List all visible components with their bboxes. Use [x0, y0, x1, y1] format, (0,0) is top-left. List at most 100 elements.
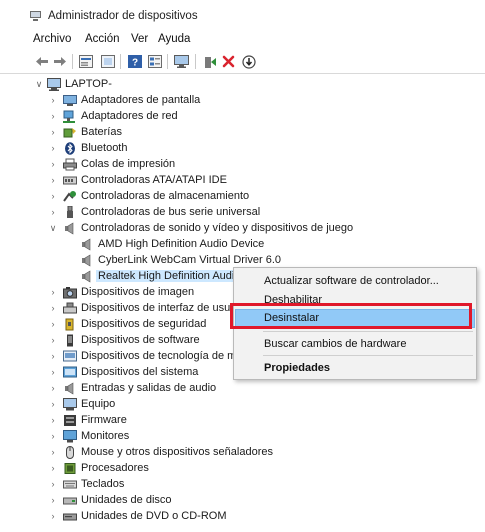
- context-menu-scan-hardware[interactable]: Buscar cambios de hardware: [235, 335, 475, 353]
- tree-item-label: Adaptadores de red: [81, 110, 178, 122]
- tree-item-adaptadores-red[interactable]: › Adaptadores de red: [0, 109, 300, 125]
- device-manager-icon: [30, 11, 41, 21]
- back-arrow-icon[interactable]: [33, 53, 50, 70]
- chevron-right-icon[interactable]: ›: [49, 464, 57, 473]
- tree-item-label: Colas de impresión: [81, 158, 176, 170]
- computer-icon: [63, 398, 77, 411]
- tree-item-label: AMD High Definition Audio Device: [98, 238, 265, 250]
- chevron-right-icon[interactable]: ›: [49, 480, 57, 489]
- speaker-icon: [82, 254, 91, 267]
- speaker-icon: [82, 238, 91, 251]
- chevron-right-icon[interactable]: ›: [49, 512, 57, 521]
- chevron-right-icon[interactable]: ›: [49, 384, 57, 393]
- tree-item-label: Adaptadores de pantalla: [81, 94, 201, 106]
- update-driver-icon[interactable]: [201, 53, 218, 70]
- chevron-down-icon[interactable]: ∨: [49, 224, 57, 233]
- tree-item-amd-audio[interactable]: AMD High Definition Audio Device: [0, 237, 300, 253]
- ide-controller-icon: [63, 176, 77, 185]
- tree-item-equipo[interactable]: › Equipo: [0, 397, 300, 413]
- tree-item-label: Unidades de disco: [81, 494, 172, 506]
- audio-io-icon: [65, 382, 74, 395]
- chevron-right-icon[interactable]: ›: [49, 208, 57, 217]
- network-adapter-icon: [63, 110, 75, 123]
- chevron-right-icon[interactable]: ›: [49, 128, 57, 137]
- chevron-right-icon[interactable]: ›: [49, 144, 57, 153]
- tree-item-entradas-salidas-audio[interactable]: › Entradas y salidas de audio: [0, 381, 300, 397]
- storage-controller-icon: [63, 191, 76, 202]
- menu-ayuda[interactable]: Ayuda: [158, 33, 190, 45]
- tree-item-sonido-video-juego[interactable]: ∨ Controladoras de sonido y vídeo y disp…: [0, 221, 353, 237]
- usb-icon: [67, 206, 73, 218]
- device-manager-window: Administrador de dispositivos Archivo Ac…: [0, 0, 485, 532]
- tree-item-colas-impresion[interactable]: › Colas de impresión: [0, 157, 300, 173]
- chevron-right-icon[interactable]: ›: [49, 432, 57, 441]
- tree-item-label: Teclados: [81, 478, 125, 490]
- tree-item-bluetooth[interactable]: › Bluetooth: [0, 141, 300, 157]
- chevron-right-icon[interactable]: ›: [49, 336, 57, 345]
- processor-icon: [64, 463, 76, 474]
- computer-root-icon: [47, 78, 61, 91]
- tree-item-label: Dispositivos de seguridad: [81, 318, 207, 330]
- toolbar: ?: [0, 50, 485, 74]
- window-title: Administrador de dispositivos: [48, 10, 198, 22]
- monitor-icon[interactable]: [173, 53, 190, 70]
- uninstall-highlight-frame: [230, 303, 472, 329]
- properties-icon[interactable]: [77, 53, 94, 70]
- tree-item-label: Controladoras de bus serie universal: [81, 206, 261, 218]
- chevron-right-icon[interactable]: ›: [49, 192, 57, 201]
- tree-item-label: Dispositivos de interfaz de usuario: [81, 302, 249, 314]
- forward-arrow-icon[interactable]: [51, 53, 68, 70]
- hid-icon: [63, 302, 77, 314]
- context-menu-label: Buscar cambios de hardware: [264, 338, 407, 350]
- context-menu-properties[interactable]: Propiedades: [235, 359, 475, 377]
- view-icon[interactable]: [146, 53, 163, 70]
- monitor-icon: [63, 430, 77, 443]
- uninstall-x-icon[interactable]: [220, 53, 237, 70]
- context-menu-update-driver[interactable]: Actualizar software de controlador...: [235, 272, 475, 290]
- download-icon[interactable]: [240, 53, 257, 70]
- tree-item-monitores[interactable]: › Monitores: [0, 429, 300, 445]
- tree-item-firmware[interactable]: › Firmware: [0, 413, 300, 429]
- context-menu-label: Propiedades: [264, 362, 331, 374]
- tree-item-dvd-cdrom[interactable]: › Unidades de DVD o CD-ROM: [0, 509, 300, 525]
- chevron-right-icon[interactable]: ›: [49, 96, 57, 105]
- battery-icon: [63, 128, 76, 138]
- menu-accion[interactable]: Acción: [85, 33, 120, 45]
- chevron-right-icon[interactable]: ›: [49, 416, 57, 425]
- dvd-icon: [63, 513, 77, 521]
- menu-ver[interactable]: Ver: [131, 33, 148, 45]
- tree-item-label: Baterías: [81, 126, 122, 138]
- title-bar: Administrador de dispositivos: [0, 0, 485, 30]
- chevron-right-icon[interactable]: ›: [49, 352, 57, 361]
- chevron-down-icon[interactable]: ∨: [35, 80, 43, 89]
- chevron-right-icon[interactable]: ›: [49, 176, 57, 185]
- tree-item-usb[interactable]: › Controladoras de bus serie universal: [0, 205, 300, 221]
- tree-item-teclados[interactable]: › Teclados: [0, 477, 300, 493]
- tree-item-ata-atapi[interactable]: › Controladoras ATA/ATAPI IDE: [0, 173, 300, 189]
- chevron-right-icon[interactable]: ›: [49, 160, 57, 169]
- chevron-right-icon[interactable]: ›: [49, 288, 57, 297]
- system-device-icon: [63, 366, 77, 378]
- menu-archivo[interactable]: Archivo: [33, 33, 71, 45]
- show-hidden-icon[interactable]: [99, 53, 116, 70]
- tree-item-label: Procesadores: [81, 462, 149, 474]
- tree-item-adaptadores-pantalla[interactable]: › Adaptadores de pantalla: [0, 93, 300, 109]
- display-adapter-icon: [63, 95, 77, 106]
- tree-item-baterias[interactable]: › Baterías: [0, 125, 300, 141]
- chevron-right-icon[interactable]: ›: [49, 496, 57, 505]
- tree-item-almacenamiento[interactable]: › Controladoras de almacenamiento: [0, 189, 300, 205]
- context-menu-separator: [263, 331, 473, 332]
- mouse-icon: [66, 446, 74, 459]
- chevron-right-icon[interactable]: ›: [49, 400, 57, 409]
- tree-item-unidades-disco[interactable]: › Unidades de disco: [0, 493, 300, 509]
- help-icon[interactable]: ?: [126, 53, 143, 70]
- tree-root[interactable]: ∨ LAPTOP-: [0, 77, 300, 93]
- chevron-right-icon[interactable]: ›: [49, 448, 57, 457]
- printer-icon: [63, 158, 77, 171]
- chevron-right-icon[interactable]: ›: [49, 368, 57, 377]
- chevron-right-icon[interactable]: ›: [49, 112, 57, 121]
- tree-item-mouse[interactable]: › Mouse y otros dispositivos señaladores: [0, 445, 300, 461]
- chevron-right-icon[interactable]: ›: [49, 304, 57, 313]
- chevron-right-icon[interactable]: ›: [49, 320, 57, 329]
- tree-item-procesadores[interactable]: › Procesadores: [0, 461, 300, 477]
